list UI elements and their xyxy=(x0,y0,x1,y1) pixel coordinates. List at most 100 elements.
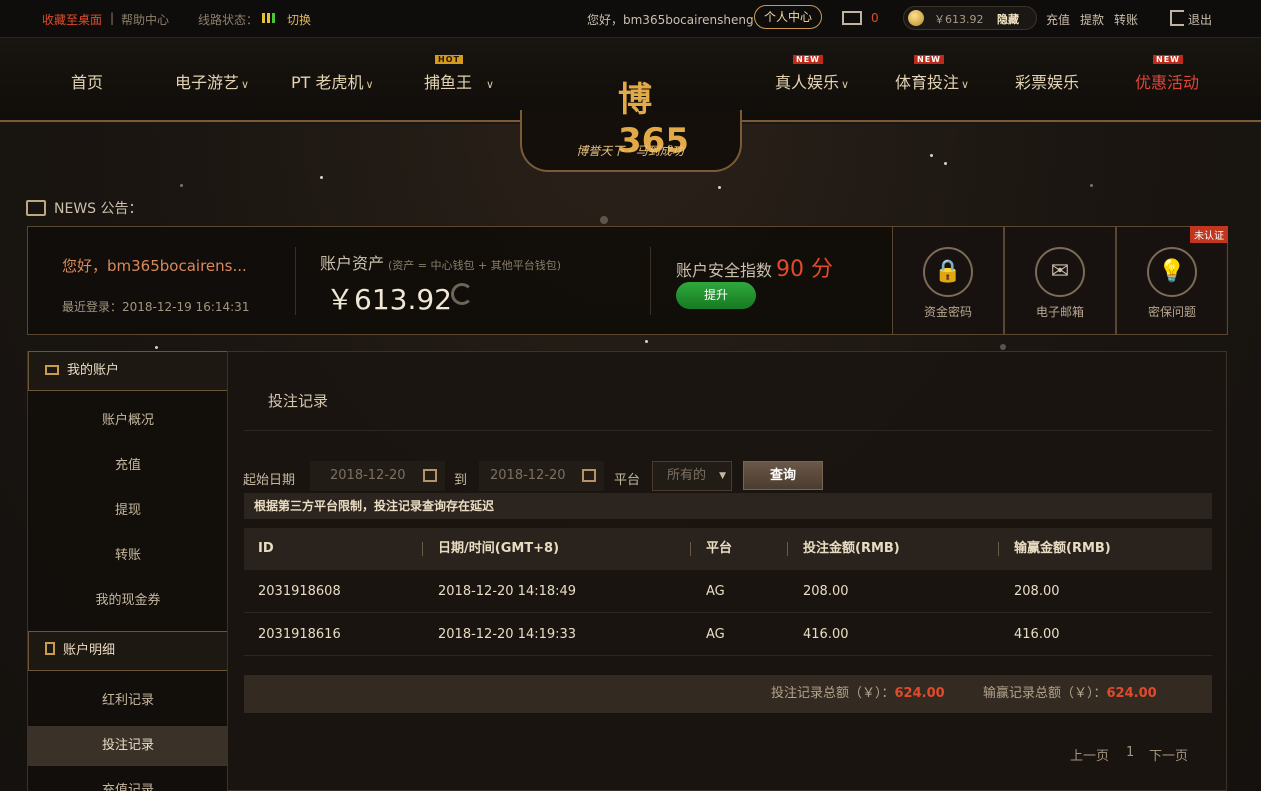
end-date-input[interactable]: 2018-12-20 xyxy=(479,461,604,491)
totals-bar: 投注记录总额（￥）：624.00 输赢记录总额（￥）：624.00 xyxy=(244,675,1212,713)
security-title: 账户安全指数 xyxy=(676,261,773,280)
col-separator xyxy=(690,542,691,556)
logout-icon[interactable] xyxy=(1170,10,1184,26)
security-index: 账户安全指数 90 分 xyxy=(676,251,833,283)
nav-label: 真人娱乐 xyxy=(775,73,840,92)
transfer-link[interactable]: 转账 xyxy=(1114,11,1138,28)
email-card[interactable]: ✉ 电子邮箱 xyxy=(1004,226,1116,335)
hot-badge: HOT xyxy=(435,55,463,64)
page-number[interactable]: 1 xyxy=(1126,745,1134,760)
col-separator xyxy=(998,542,999,556)
star xyxy=(1090,184,1093,187)
prev-page-button[interactable]: 上一页 xyxy=(1070,745,1109,764)
email-label: 电子邮箱 xyxy=(1035,305,1084,319)
calendar-icon[interactable] xyxy=(423,469,437,482)
nav-label: 捕鱼王 xyxy=(424,73,473,92)
section-label: 账户明细 xyxy=(63,643,116,658)
divider xyxy=(650,247,651,315)
cell-win-amount: 416.00 xyxy=(1014,627,1060,642)
chevron-down-icon: ∨ xyxy=(241,78,250,91)
calculator-icon xyxy=(45,642,55,655)
nav-label: 电子游艺 xyxy=(175,73,240,92)
assets-note: (资产 = 中心钱包 + 其他平台钱包) xyxy=(388,259,562,272)
deposit-link[interactable]: 充值 xyxy=(1046,11,1070,28)
platform-value: 所有的 xyxy=(667,468,707,483)
wallet-balance: ￥613.92 xyxy=(934,13,984,26)
nav-lottery[interactable]: 彩票娱乐 xyxy=(1015,69,1079,93)
nav-label: PT 老虎机 xyxy=(291,73,364,92)
sidebar: 我的账户 账户概况 充值 提现 转账 我的现金券 账户明细 红利记录 投注记录 … xyxy=(27,351,228,791)
star xyxy=(600,216,608,224)
bet-total-value: 624.00 xyxy=(894,686,945,701)
bookmark-link[interactable]: 收藏至桌面 xyxy=(42,11,102,28)
col-separator xyxy=(787,542,788,556)
divider: | xyxy=(110,11,115,25)
switch-line-link[interactable]: 切换 xyxy=(287,11,311,28)
personal-center-button[interactable]: 个人中心 xyxy=(754,5,823,29)
cell-datetime: 2018-12-20 14:18:49 xyxy=(438,584,577,599)
nav-electronic-games[interactable]: 电子游艺 ∨ xyxy=(175,69,249,93)
to-label: 到 xyxy=(454,473,468,488)
next-page-button[interactable]: 下一页 xyxy=(1149,745,1188,764)
query-button[interactable]: 查询 xyxy=(743,461,823,490)
news-icon xyxy=(26,200,46,216)
sidebar-item-overview[interactable]: 账户概况 xyxy=(28,401,228,441)
hide-balance-button[interactable]: 隐藏 xyxy=(997,11,1019,27)
platform-label: 平台 xyxy=(614,473,641,488)
fund-password-card[interactable]: 🔒 资金密码 xyxy=(892,226,1004,335)
message-count: 0 xyxy=(871,11,879,25)
sidebar-item-bonus-records[interactable]: 红利记录 xyxy=(28,681,228,721)
security-question-label: 密保问题 xyxy=(1147,305,1196,319)
col-win-amount: 输赢金额(RMB) xyxy=(1014,541,1111,556)
win-total-label: 输赢记录总额（￥）： xyxy=(983,686,1107,701)
site-logo[interactable]: 博365 博誉天下 · 马到成功 xyxy=(560,42,700,162)
sidebar-section-account-details[interactable]: 账户明细 xyxy=(28,631,228,671)
bet-total: 投注记录总额（￥）：624.00 xyxy=(771,675,945,713)
sidebar-section-my-account[interactable]: 我的账户 xyxy=(28,351,228,391)
nav-pt-slots[interactable]: PT 老虎机 ∨ xyxy=(291,69,374,93)
col-bet-amount: 投注金额(RMB) xyxy=(803,541,900,556)
nav-sports[interactable]: 体育投注 ∨ xyxy=(895,69,969,93)
delay-notice: 根据第三方平台限制，投注记录查询存在延迟 xyxy=(244,493,1212,519)
sidebar-item-bet-records[interactable]: 投注记录 xyxy=(28,726,228,766)
new-badge: NEW xyxy=(793,55,823,64)
sidebar-item-withdraw[interactable]: 提现 xyxy=(28,491,228,531)
sidebar-item-deposit[interactable]: 充值 xyxy=(28,446,228,486)
sidebar-item-deposit-records[interactable]: 充值记录 xyxy=(28,771,228,791)
refresh-icon[interactable] xyxy=(451,283,473,305)
dropdown-arrow-icon: ▼ xyxy=(719,471,726,481)
table-header: ID 日期/时间(GMT+8) 平台 投注金额(RMB) 输赢金额(RMB) xyxy=(244,528,1212,570)
divider xyxy=(295,247,296,315)
bet-total-label: 投注记录总额（￥）： xyxy=(771,686,895,701)
nav-promotions[interactable]: 优惠活动 xyxy=(1135,69,1199,93)
assets-title: 账户资产 (资产 = 中心钱包 + 其他平台钱包) xyxy=(320,250,561,274)
card-icon xyxy=(45,365,59,375)
chevron-down-icon: ∨ xyxy=(365,78,374,91)
security-question-card[interactable]: 💡 密保问题 未认证 xyxy=(1116,226,1228,335)
sidebar-item-transfer[interactable]: 转账 xyxy=(28,536,228,576)
calendar-icon[interactable] xyxy=(582,469,596,482)
nav-fishing-king[interactable]: 捕鱼王 ∨ xyxy=(424,69,494,93)
end-date-value: 2018-12-20 xyxy=(490,468,566,483)
start-date-input[interactable]: 2018-12-20 xyxy=(310,461,445,491)
upgrade-button[interactable]: 提升 xyxy=(676,282,756,309)
col-id: ID xyxy=(258,541,274,556)
chevron-down-icon: ∨ xyxy=(841,78,850,91)
section-label: 我的账户 xyxy=(67,363,120,378)
logout-link[interactable]: 退出 xyxy=(1188,11,1212,28)
withdraw-link[interactable]: 提款 xyxy=(1080,11,1104,28)
star xyxy=(320,176,323,179)
platform-select[interactable]: 所有的 ▼ xyxy=(652,461,732,491)
assets-value: ￥613.92 xyxy=(326,283,452,316)
mail-icon[interactable] xyxy=(842,11,862,25)
nav-live-casino[interactable]: 真人娱乐 ∨ xyxy=(775,69,849,93)
sidebar-item-vouchers[interactable]: 我的现金券 xyxy=(28,581,228,621)
page-title: 投注记录 xyxy=(268,392,329,410)
last-login: 最近登录：2018-12-19 16:14:31 xyxy=(62,300,250,314)
assets-title-text: 账户资产 xyxy=(320,254,385,273)
new-badge: NEW xyxy=(1153,55,1183,64)
main-content: 投注记录 起始日期 2018-12-20 到 2018-12-20 平台 所有的… xyxy=(227,351,1227,791)
win-total-value: 624.00 xyxy=(1106,686,1157,701)
nav-home[interactable]: 首页 xyxy=(71,69,103,93)
help-link[interactable]: 帮助中心 xyxy=(121,11,169,28)
